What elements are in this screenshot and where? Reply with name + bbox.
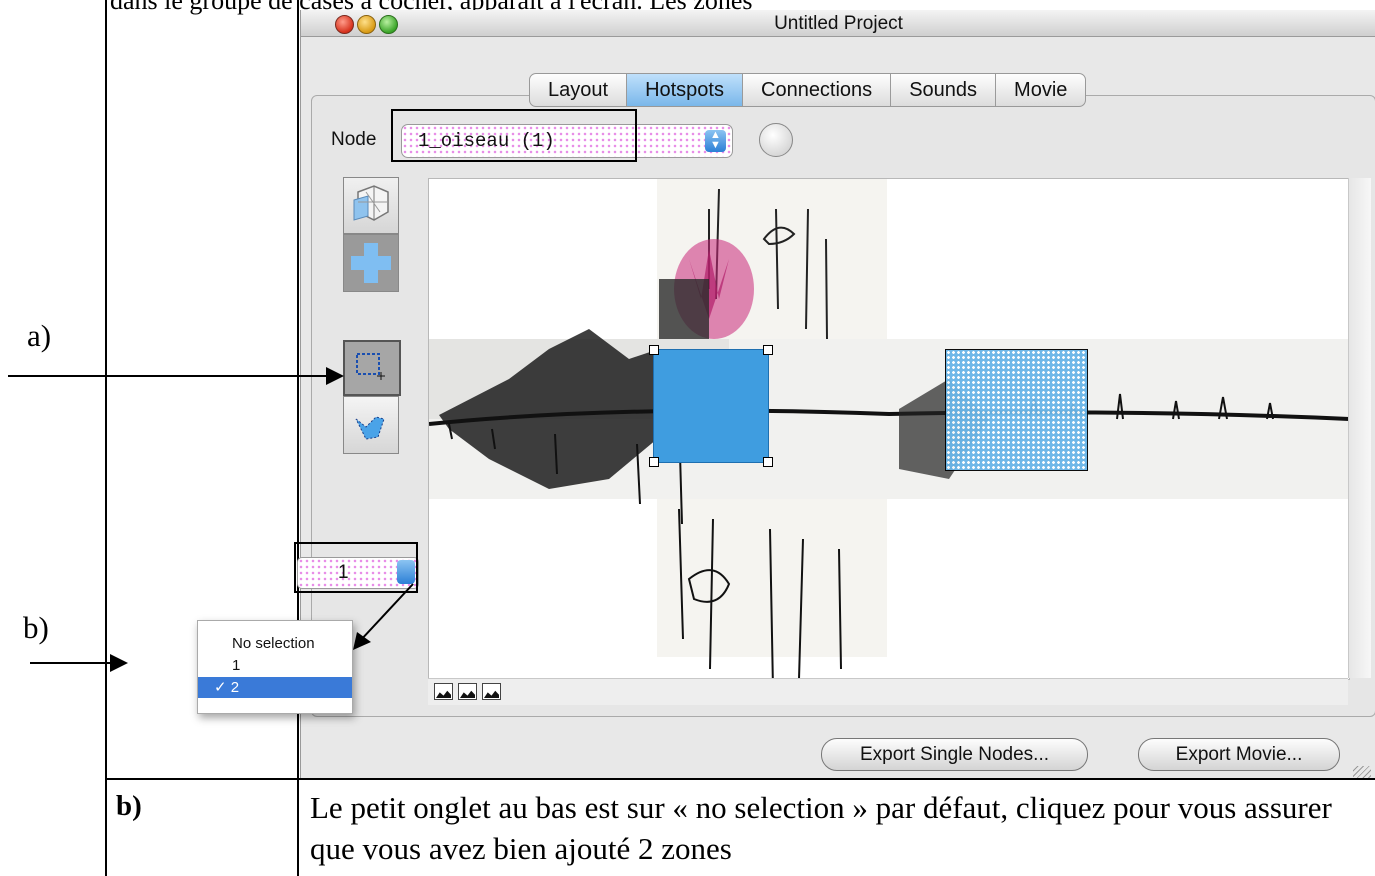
export-single-nodes-button[interactable]: Export Single Nodes... [821, 738, 1088, 771]
export-movie-button[interactable]: Export Movie... [1138, 738, 1340, 771]
resize-grip[interactable] [1353, 766, 1371, 778]
window-title: Untitled Project [774, 13, 903, 34]
diagonal-arrow [353, 583, 414, 650]
panorama-canvas[interactable] [428, 178, 1350, 680]
popup-item-2-label: 2 [230, 679, 240, 696]
hill-icon[interactable] [458, 683, 477, 700]
add-plus-icon [351, 243, 391, 283]
app-window: Untitled Project Layout Hotspots Connect… [300, 10, 1375, 778]
check-icon: ✓ [214, 679, 227, 696]
rectangle-select-icon [356, 353, 385, 380]
resize-handle-bottom-right[interactable] [763, 457, 773, 467]
arrow-a-line [8, 375, 328, 377]
polygon-hotspot-tool[interactable] [343, 396, 399, 454]
table-row-divider [105, 778, 1375, 780]
popup-item-1[interactable]: 1 [198, 655, 352, 676]
rectangle-hotspot-tool[interactable] [343, 340, 401, 396]
hotspot-1-selected[interactable] [649, 345, 773, 467]
hotspot-2[interactable] [945, 349, 1088, 471]
table-row-label: b) [116, 790, 142, 822]
tab-layout[interactable]: Layout [530, 74, 626, 106]
resize-handle-top-left[interactable] [649, 345, 659, 355]
window-titlebar[interactable]: Untitled Project [301, 10, 1375, 37]
resize-handle-top-right[interactable] [763, 345, 773, 355]
popup-item-2[interactable]: ✓ 2 [198, 677, 352, 698]
popup-item-no-selection[interactable]: No selection [198, 633, 352, 654]
chevron-updown-icon[interactable]: ▲ ▼ [705, 130, 726, 152]
tab-bar: Layout Hotspots Connections Sounds Movie [529, 73, 1087, 107]
tab-movie[interactable]: Movie [995, 74, 1085, 106]
arrow-a-head [326, 367, 344, 385]
label-a: a) [27, 318, 52, 353]
cube-view-icon [353, 185, 389, 221]
city-icon[interactable] [482, 683, 501, 700]
arrow-b-head [110, 654, 128, 672]
vertical-scrollbar[interactable] [1348, 178, 1371, 678]
tab-sounds[interactable]: Sounds [890, 74, 995, 106]
view-3d-tool[interactable] [343, 177, 399, 234]
horizontal-scrollbar[interactable] [428, 678, 1348, 705]
landscape-icon[interactable] [434, 683, 453, 700]
node-label: Node [331, 129, 377, 150]
node-round-button[interactable] [759, 123, 793, 157]
tab-hotspots[interactable]: Hotspots [626, 74, 742, 106]
arrow-b-line [30, 662, 110, 664]
tab-connections[interactable]: Connections [742, 74, 890, 106]
polygon-select-icon [355, 416, 385, 440]
table-column-divider [297, 0, 299, 876]
add-hotspot-tool[interactable] [343, 234, 399, 292]
zone-popup-menu: No selection 1 ✓ 2 [197, 620, 353, 714]
table-row-text: Le petit onglet au bas est sur « no sele… [310, 790, 1332, 866]
node-highlight-box [391, 109, 637, 162]
panorama-drawing [429, 179, 1349, 679]
label-b: b) [23, 610, 49, 645]
table-left-border [105, 0, 107, 876]
resize-handle-bottom-left[interactable] [649, 457, 659, 467]
